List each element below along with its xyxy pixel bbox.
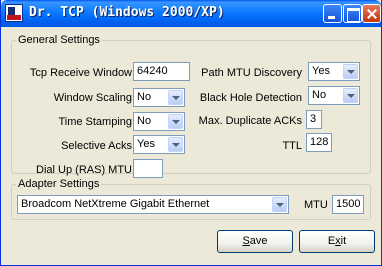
selective-acks-select[interactable]: Yes xyxy=(133,135,185,154)
adapter-select-value: Broadcom NetXtreme Gigabit Ethernet xyxy=(21,198,210,210)
save-mnemonic: S xyxy=(242,235,250,247)
window-scaling-label: Window Scaling xyxy=(53,92,132,104)
time-stamping-select[interactable]: No xyxy=(133,112,185,131)
chevron-down-icon[interactable] xyxy=(343,88,358,103)
ttl-label: TTL xyxy=(282,140,302,152)
window-title: Dr. TCP (Windows 2000/XP) xyxy=(29,5,225,20)
dial-up-mtu-input[interactable] xyxy=(133,159,163,178)
time-stamping-label: Time Stamping xyxy=(58,116,132,128)
adapter-settings-group: Adapter Settings Broadcom NetXtreme Giga… xyxy=(11,178,371,220)
time-stamping-value: No xyxy=(137,115,152,127)
path-mtu-discovery-value: Yes xyxy=(312,65,330,77)
window-scaling-value: No xyxy=(137,91,152,103)
adapter-select[interactable]: Broadcom NetXtreme Gigabit Ethernet xyxy=(17,195,289,214)
chevron-down-icon[interactable] xyxy=(168,90,183,105)
general-settings-group: General Settings Tcp Receive Window 6424… xyxy=(11,34,371,178)
minimize-icon[interactable] xyxy=(323,4,342,23)
chevron-down-icon[interactable] xyxy=(343,64,358,79)
black-hole-detection-select[interactable]: No xyxy=(308,86,360,105)
save-label-rest: ave xyxy=(249,235,268,247)
maximize-icon[interactable] xyxy=(343,4,362,23)
tcp-receive-window-input[interactable]: 64240 xyxy=(133,62,190,81)
exit-label-rest: it xyxy=(340,235,347,247)
black-hole-detection-label: Black Hole Detection xyxy=(199,92,302,104)
selective-acks-label: Selective Acks xyxy=(61,140,132,152)
chevron-down-icon[interactable] xyxy=(168,137,183,152)
chevron-down-icon[interactable] xyxy=(168,114,183,129)
adapter-mtu-label: MTU xyxy=(304,199,328,211)
max-duplicate-acks-input[interactable]: 3 xyxy=(306,110,322,129)
adapter-settings-legend: Adapter Settings xyxy=(18,178,100,190)
window-scaling-select[interactable]: No xyxy=(133,88,185,107)
adapter-mtu-input[interactable]: 1500 xyxy=(332,195,364,214)
chevron-down-icon[interactable] xyxy=(272,197,287,212)
max-duplicate-acks-label: Max. Duplicate ACKs xyxy=(198,115,302,127)
close-icon[interactable] xyxy=(362,4,381,23)
ttl-input[interactable]: 128 xyxy=(306,133,332,152)
title-bar[interactable]: Dr. TCP (Windows 2000/XP) xyxy=(1,0,381,27)
path-mtu-discovery-select[interactable]: Yes xyxy=(308,62,360,81)
app-window: Dr. TCP (Windows 2000/XP) General Settin… xyxy=(0,0,382,266)
app-icon[interactable] xyxy=(5,4,23,22)
exit-button[interactable]: Exit xyxy=(299,230,375,253)
tcp-receive-window-label: Tcp Receive Window xyxy=(29,67,132,79)
save-button[interactable]: Save xyxy=(217,230,293,253)
dial-up-mtu-label: Dial Up (RAS) MTU xyxy=(36,164,132,176)
selective-acks-value: Yes xyxy=(137,138,155,150)
general-settings-legend: General Settings xyxy=(18,34,100,46)
black-hole-detection-value: No xyxy=(312,89,327,101)
path-mtu-discovery-label: Path MTU Discovery xyxy=(201,67,302,79)
